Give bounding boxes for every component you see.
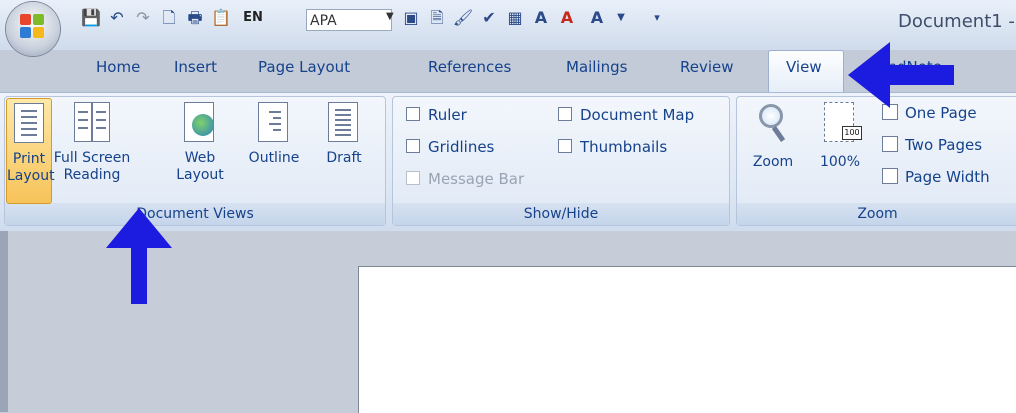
button-label: Outline: [248, 150, 300, 166]
text-effects-icon[interactable]: A: [586, 7, 608, 29]
print-layout-icon: [9, 103, 49, 145]
highlight-icon[interactable]: A: [556, 7, 578, 29]
book-icon: [72, 102, 112, 144]
two-pages-icon: [882, 136, 898, 152]
checkbox-label: Message Bar: [428, 170, 525, 188]
redo-icon[interactable]: ↷: [132, 7, 154, 29]
button-label: Web: [184, 150, 216, 166]
globe-icon: [180, 102, 220, 144]
page-width-button[interactable]: Page Width: [882, 168, 990, 186]
group-label: Show/Hide: [393, 203, 729, 225]
gridlines-checkbox[interactable]: Gridlines: [406, 138, 494, 156]
zoom-button[interactable]: Zoom: [746, 102, 800, 171]
outline-icon: [254, 102, 294, 144]
font-icon[interactable]: A: [530, 7, 552, 29]
button-label: Layout: [7, 168, 55, 184]
arrow-shape: [848, 42, 954, 108]
checkbox-icon: [406, 107, 420, 121]
checkbox-label: Ruler: [428, 106, 467, 124]
magnifier-icon: [753, 102, 793, 144]
draft-icon: [324, 102, 364, 144]
checkbox-icon: [558, 139, 572, 153]
checkbox-label: Gridlines: [428, 138, 495, 156]
window-title: Document1 -: [898, 11, 1015, 32]
two-pages-button[interactable]: Two Pages: [882, 136, 982, 154]
office-button[interactable]: [6, 2, 60, 56]
document-map-checkbox[interactable]: Document Map: [558, 106, 694, 124]
paste-special-icon[interactable]: 📋: [210, 7, 232, 29]
checkbox-icon: [406, 139, 420, 153]
group-label: Document Views: [5, 203, 385, 225]
button-label: Two Pages: [905, 136, 983, 154]
new-document-icon[interactable]: 🗋: [158, 7, 180, 29]
language-icon[interactable]: EN: [242, 7, 264, 29]
spelling-icon[interactable]: ✔: [478, 7, 500, 29]
message-bar-checkbox: Message Bar: [406, 170, 524, 188]
save-icon[interactable]: 💾: [80, 7, 102, 29]
left-pane-edge: [0, 231, 8, 412]
checkbox-label: Document Map: [580, 106, 695, 124]
tab-insert[interactable]: Insert: [174, 58, 217, 76]
button-label: Draft: [326, 150, 362, 166]
button-label: Zoom: [752, 154, 794, 170]
checkbox-icon: [406, 171, 420, 185]
button-label: Full Screen: [53, 150, 131, 166]
annotation-arrow-left-icon: [848, 42, 954, 108]
ruler-checkbox[interactable]: Ruler: [406, 106, 467, 124]
tab-mailings[interactable]: Mailings: [566, 58, 627, 76]
thumbnails-checkbox[interactable]: Thumbnails: [558, 138, 667, 156]
button-label: Layout: [176, 167, 224, 183]
button-label: Reading: [63, 167, 121, 183]
checkbox-label: Thumbnails: [580, 138, 668, 156]
tab-home[interactable]: Home: [96, 58, 140, 76]
button-label: 100%: [819, 154, 861, 170]
envelope-icon[interactable]: ▣: [400, 7, 422, 29]
table-icon[interactable]: ▦: [504, 7, 526, 29]
zoom-100-button[interactable]: 100 100%: [814, 102, 866, 171]
print-layout-button[interactable]: Print Layout: [6, 98, 55, 204]
group-label: Zoom: [737, 203, 1016, 225]
tab-page-layout[interactable]: Page Layout: [258, 58, 350, 76]
format-painter-icon[interactable]: 🖌: [452, 7, 474, 29]
style-select[interactable]: APA: [306, 9, 392, 31]
button-label: Page Width: [905, 168, 990, 186]
office-logo-icon: [20, 14, 46, 40]
page-width-icon: [882, 168, 898, 184]
checkbox-icon: [558, 107, 572, 121]
quick-access-toolbar: 💾 ↶ ↷ 🗋 🖶 📋 EN APA ▼ ▣ 🗎 🖌 ✔ ▦ A A A ▼ ▾: [66, 3, 816, 35]
draft-button[interactable]: Draft: [318, 102, 370, 167]
tab-review[interactable]: Review: [680, 58, 734, 76]
arrow-shape: [106, 208, 172, 304]
tab-view[interactable]: View: [786, 58, 822, 76]
undo-icon[interactable]: ↶: [106, 7, 128, 29]
outline-button[interactable]: Outline: [244, 102, 304, 167]
web-layout-button[interactable]: Web Layout: [176, 102, 224, 184]
customize-toolbar-icon[interactable]: ▾: [646, 7, 668, 29]
chevron-down-icon[interactable]: ▼: [386, 11, 394, 22]
tab-references[interactable]: References: [428, 58, 511, 76]
print-icon[interactable]: 🖶: [184, 7, 206, 29]
annotation-arrow-up-icon: [106, 208, 172, 304]
button-label: Print: [12, 151, 46, 167]
view-icon[interactable]: 🗎: [426, 7, 448, 29]
full-screen-reading-button[interactable]: Full Screen Reading: [52, 102, 132, 184]
chevron-down-icon[interactable]: ▼: [610, 7, 632, 29]
document-page[interactable]: [358, 266, 1016, 413]
